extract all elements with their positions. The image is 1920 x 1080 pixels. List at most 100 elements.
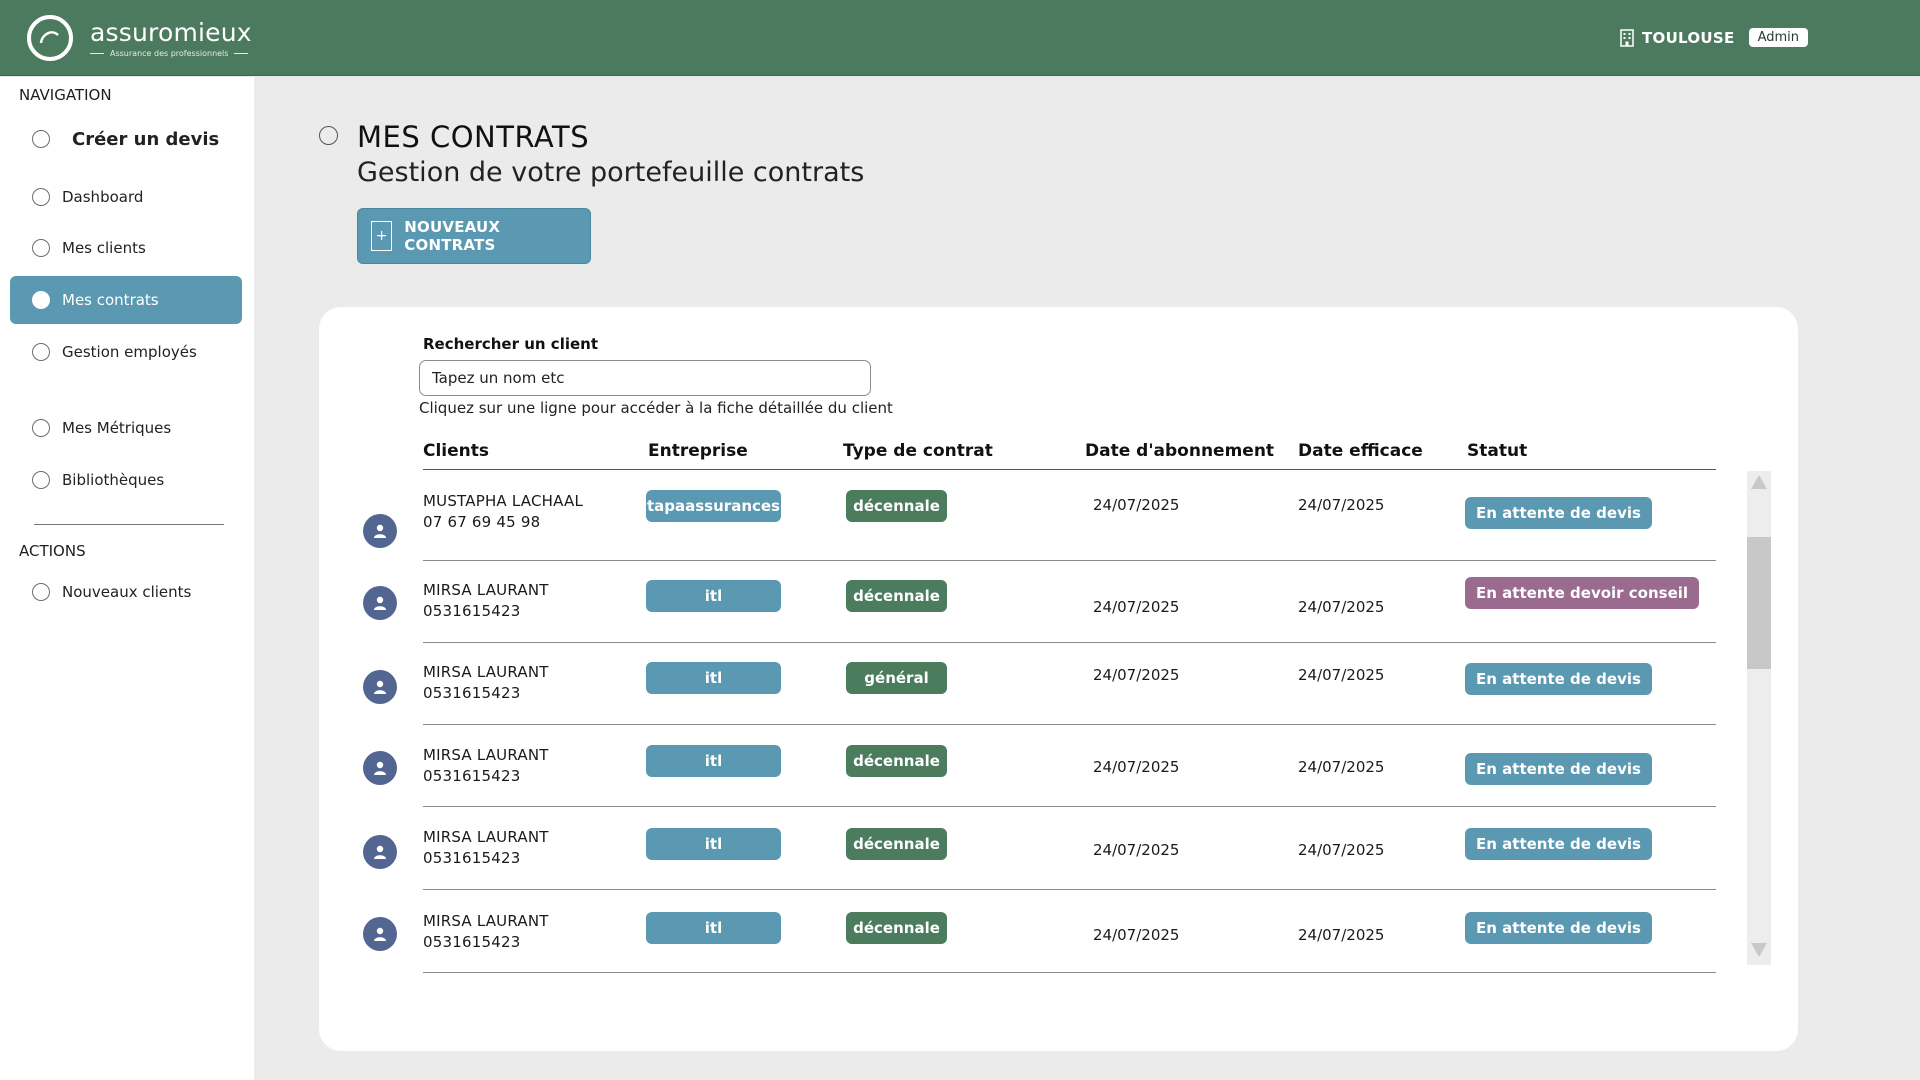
sidebar-item-gestion-employes[interactable]: Gestion employés (10, 328, 242, 376)
scrollbar-thumb[interactable] (1747, 537, 1771, 669)
radio-icon (32, 239, 50, 257)
user-avatar-icon (363, 670, 397, 704)
status-badge: En attente de devis (1465, 497, 1652, 529)
client-name: MIRSA LAURANT (423, 912, 549, 930)
radio-icon (32, 188, 50, 206)
sidebar-item-label: Mes clients (62, 239, 146, 257)
table-row[interactable]: MIRSA LAURANT 0531615423 itl décennale 24/07… (319, 807, 1719, 890)
subscription-date: 24/07/2025 (1093, 841, 1180, 859)
sidebar-item-label: Gestion employés (62, 343, 197, 361)
company-badge: itl (646, 828, 781, 860)
column-header-type-contrat[interactable]: Type de contrat (843, 441, 993, 461)
client-phone: 0531615423 (423, 602, 521, 620)
page-subtitle: Gestion de votre portefeuille contrats (357, 157, 865, 188)
client-phone: 07 67 69 45 98 (423, 513, 541, 531)
contract-type-badge: décennale (846, 490, 947, 522)
client-name: MIRSA LAURANT (423, 581, 549, 599)
contract-type-badge: décennale (846, 745, 947, 777)
user-avatar-icon (363, 835, 397, 869)
brand-logo[interactable]: assuromieux Assurance des professionnels (24, 12, 252, 64)
brand-name: assuromieux (90, 17, 252, 47)
client-name: MIRSA LAURANT (423, 746, 549, 764)
effective-date: 24/07/2025 (1298, 666, 1385, 684)
column-header-clients[interactable]: Clients (423, 441, 489, 461)
navigation-heading: NAVIGATION (19, 86, 112, 104)
search-label: Rechercher un client (423, 335, 599, 353)
new-contracts-button[interactable]: + NOUVEAUX CONTRATS (357, 208, 591, 264)
sidebar-item-mes-clients[interactable]: Mes clients (10, 224, 242, 272)
sidebar-item-dashboard[interactable]: Dashboard (10, 173, 242, 221)
user-avatar-icon (363, 586, 397, 620)
client-phone: 0531615423 (423, 933, 521, 951)
company-badge: itl (646, 662, 781, 694)
radio-icon (32, 343, 50, 361)
brand-tagline: Assurance des professionnels (110, 48, 229, 58)
column-header-date-efficace[interactable]: Date efficace (1298, 441, 1423, 461)
search-input[interactable] (419, 360, 871, 396)
effective-date: 24/07/2025 (1298, 926, 1385, 944)
table-row[interactable]: MIRSA LAURANT 0531615423 itl décennale 24/07… (319, 725, 1719, 807)
top-bar: assuromieux Assurance des professionnels… (0, 0, 1920, 76)
column-header-statut[interactable]: Statut (1467, 441, 1527, 461)
logo-swirl-icon (27, 15, 73, 61)
radio-icon (32, 471, 50, 489)
status-badge: En attente de devis (1465, 828, 1652, 860)
radio-icon (32, 130, 50, 148)
contract-type-badge: décennale (846, 580, 947, 612)
client-name: MUSTAPHA LACHAAL (423, 492, 584, 510)
scroll-up-icon[interactable] (1751, 475, 1767, 489)
radio-icon (32, 291, 50, 309)
contracts-card: Rechercher un client Cliquez sur une lig… (319, 307, 1798, 1051)
status-badge: En attente de devis (1465, 912, 1652, 944)
company-badge: tapaassurances (646, 490, 781, 522)
table-row[interactable]: MIRSA LAURANT 0531615423 itl décennale 24/07… (319, 561, 1719, 643)
company-badge: itl (646, 580, 781, 612)
effective-date: 24/07/2025 (1298, 758, 1385, 776)
client-name: MIRSA LAURANT (423, 828, 549, 846)
row-divider (423, 972, 1716, 973)
title-radio-icon (319, 126, 338, 145)
subscription-date: 24/07/2025 (1093, 758, 1180, 776)
table-row[interactable]: MIRSA LAURANT 0531615423 itl décennale 24/07… (319, 890, 1719, 973)
actions-heading: ACTIONS (19, 542, 86, 560)
sidebar-divider (34, 524, 224, 525)
sidebar-item-creer-devis[interactable]: Créer un devis (10, 115, 242, 163)
sidebar-item-mes-metriques[interactable]: Mes Métriques (10, 404, 242, 452)
table-row[interactable]: MUSTAPHA LACHAAL 07 67 69 45 98 tapaassura… (319, 471, 1719, 561)
sidebar-item-mes-contrats[interactable]: Mes contrats (10, 276, 242, 324)
status-badge: En attente devoir conseil (1465, 577, 1700, 609)
status-badge: En attente de devis (1465, 663, 1652, 695)
new-contracts-button-label: NOUVEAUX CONTRATS (404, 218, 501, 254)
table-scrollbar[interactable] (1747, 471, 1771, 965)
column-header-entreprise[interactable]: Entreprise (648, 441, 748, 461)
effective-date: 24/07/2025 (1298, 496, 1385, 514)
table-row[interactable]: MIRSA LAURANT 0531615423 itl général 24/07/2… (319, 643, 1719, 725)
radio-icon (32, 419, 50, 437)
company-badge: itl (646, 745, 781, 777)
plus-icon: + (371, 221, 393, 251)
subscription-date: 24/07/2025 (1093, 496, 1180, 514)
client-name: MIRSA LAURANT (423, 663, 549, 681)
search-hint: Cliquez sur une ligne pour accéder à la … (419, 399, 893, 417)
sidebar-item-label: Bibliothèques (62, 471, 165, 489)
contract-type-badge: décennale (846, 912, 947, 944)
scroll-down-icon[interactable] (1751, 943, 1767, 957)
client-phone: 0531615423 (423, 849, 521, 867)
building-icon (1620, 28, 1634, 47)
contract-type-badge: décennale (846, 828, 947, 860)
sidebar-item-bibliotheques[interactable]: Bibliothèques (10, 456, 242, 504)
user-avatar-icon (363, 917, 397, 951)
sidebar-item-label: Dashboard (62, 188, 144, 206)
role-badge: Admin (1748, 28, 1808, 47)
effective-date: 24/07/2025 (1298, 841, 1385, 859)
user-avatar-icon (363, 751, 397, 785)
client-phone: 0531615423 (423, 684, 521, 702)
contract-type-badge: général (846, 662, 947, 694)
subscription-date: 24/07/2025 (1093, 666, 1180, 684)
sidebar-item-nouveaux-clients[interactable]: Nouveaux clients (10, 568, 242, 616)
column-header-date-abonnement[interactable]: Date d'abonnement (1085, 441, 1274, 461)
sidebar-item-label: Mes Métriques (62, 419, 172, 437)
user-avatar-icon (363, 514, 397, 548)
agency-city: TOULOUSE (1641, 28, 1735, 47)
sidebar: NAVIGATION Créer un devis Dashboard Mes … (0, 77, 254, 1080)
